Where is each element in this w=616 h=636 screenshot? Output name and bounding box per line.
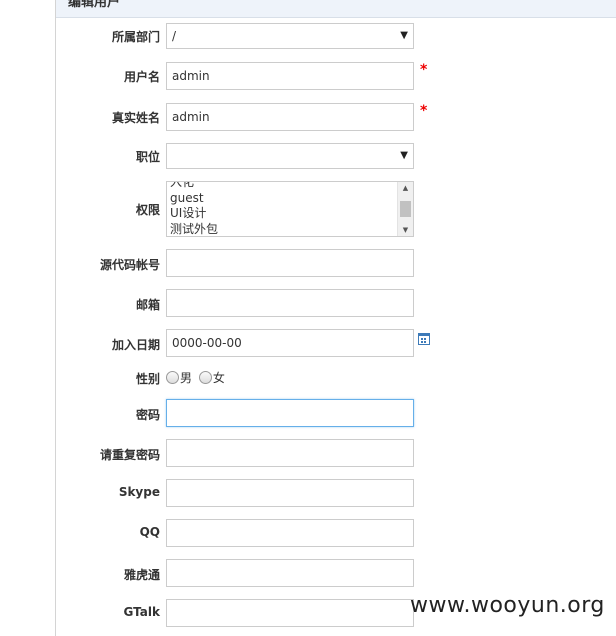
permission-option[interactable]: 测试外包 [170, 222, 218, 237]
position-label: 职位 [135, 150, 160, 164]
department-value: / [172, 29, 177, 43]
realname-input[interactable]: admin [166, 103, 414, 131]
email-label: 邮箱 [135, 298, 160, 312]
username-label: 用户名 [123, 70, 160, 84]
form-header: 编辑用户 [56, 0, 616, 18]
department-select[interactable]: / ▼ [166, 23, 414, 49]
department-label: 所属部门 [111, 30, 160, 44]
username-input[interactable]: admin [166, 62, 414, 90]
gtalk-input[interactable] [166, 599, 414, 627]
gender-radio-group: 男 女 [166, 369, 228, 386]
password-input[interactable] [166, 399, 414, 427]
source-account-input[interactable] [166, 249, 414, 277]
skype-label: Skype [118, 485, 160, 499]
yahoo-label: 雅虎通 [123, 568, 160, 582]
password-repeat-label: 请重复密码 [99, 448, 160, 462]
page-title: 编辑用户 [68, 0, 121, 10]
gender-female-label[interactable]: 女 [213, 371, 225, 385]
required-mark: * [420, 103, 428, 119]
position-select[interactable]: ▼ [166, 143, 414, 169]
gtalk-label: GTalk [123, 605, 160, 619]
join-date-input[interactable]: 0000-00-00 [166, 329, 414, 357]
username-value: admin [172, 69, 210, 83]
skype-input[interactable] [166, 479, 414, 507]
email-input[interactable] [166, 289, 414, 317]
gender-male-label[interactable]: 男 [180, 371, 192, 385]
permission-option[interactable]: UI设计 [170, 206, 218, 222]
join-date-label: 加入日期 [111, 338, 160, 352]
required-mark: * [420, 62, 428, 78]
left-border [55, 0, 56, 636]
gender-male-radio[interactable] [166, 371, 179, 384]
password-repeat-input[interactable] [166, 439, 414, 467]
gender-female-radio[interactable] [198, 371, 212, 384]
password-label: 密码 [135, 408, 160, 422]
calendar-icon[interactable] [418, 333, 430, 345]
permission-listbox[interactable]: 入化 guest UI设计 测试外包 ▲ ▼ [166, 181, 414, 237]
qq-input[interactable] [166, 519, 414, 547]
realname-value: admin [172, 110, 210, 124]
yahoo-input[interactable] [166, 559, 414, 587]
join-date-value: 0000-00-00 [172, 336, 242, 350]
permission-option[interactable]: guest [170, 191, 218, 207]
scroll-thumb[interactable] [400, 201, 411, 217]
scroll-up-icon[interactable]: ▲ [398, 182, 413, 194]
qq-label: QQ [139, 525, 160, 539]
chevron-down-icon: ▼ [400, 150, 408, 161]
realname-label: 真实姓名 [111, 111, 160, 125]
watermark: www.wooyun.org [410, 593, 605, 618]
source-account-label: 源代码帐号 [99, 258, 160, 272]
scroll-down-icon[interactable]: ▼ [398, 224, 413, 236]
permission-label: 权限 [135, 203, 160, 217]
chevron-down-icon: ▼ [400, 30, 408, 41]
permission-scrollbar[interactable]: ▲ ▼ [397, 182, 413, 236]
permission-options: 入化 guest UI设计 测试外包 [170, 182, 218, 237]
permission-option[interactable]: 入化 [170, 182, 218, 191]
gender-label: 性别 [135, 372, 160, 386]
